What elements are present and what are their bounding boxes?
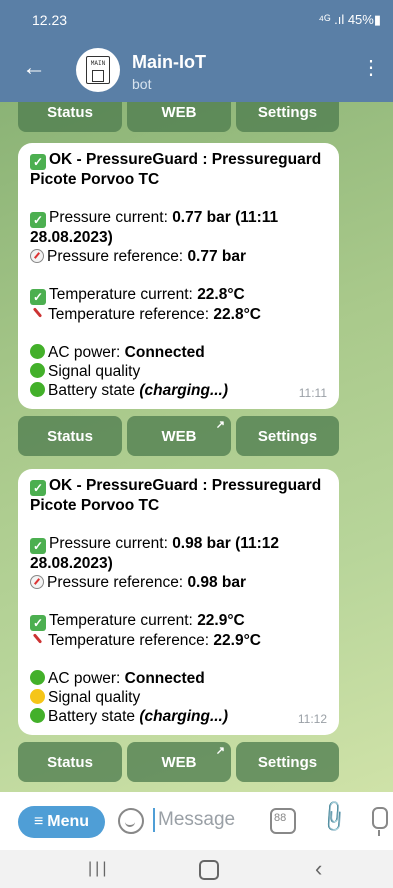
check-icon: ✓ (30, 538, 46, 554)
compass-icon (30, 249, 44, 263)
status-bar: 12.23 ⁴ᴳ .ıl 45%▮ (0, 0, 393, 40)
recent-apps-icon[interactable]: ||| (88, 860, 109, 878)
thermometer-icon (30, 307, 44, 321)
temperature-reference: Temperature reference: 22.9°C (30, 631, 327, 650)
message-time: 11:12 (297, 712, 327, 726)
more-menu-icon[interactable]: ⋮ (361, 58, 381, 78)
inline-keyboard: Status WEB ↗ Settings (18, 416, 339, 456)
check-icon: ✓ (30, 154, 46, 170)
check-icon: ✓ (30, 480, 46, 496)
status-button[interactable]: Status (18, 102, 122, 132)
check-icon: ✓ (30, 615, 46, 631)
emoji-icon[interactable] (118, 808, 144, 834)
message-header: ✓ OK - PressureGuard : Pressureguard Pico… (30, 151, 322, 188)
text-cursor (153, 808, 155, 832)
pressure-reference: Pressure reference: 0.77 bar (30, 247, 327, 266)
bot-menu-button[interactable]: ≡ Menu (18, 806, 105, 838)
message-header: ✓ OK - PressureGuard : Pressureguard Pico… (30, 477, 322, 514)
battery-state: Battery state (charging...) (30, 381, 327, 400)
microphone-icon[interactable] (372, 807, 388, 836)
message-time: 11:11 (298, 386, 327, 400)
status-time: 12.23 (32, 12, 68, 28)
menu-icon: ≡ (33, 813, 44, 830)
inline-keyboard: Status WEB ↗ Settings (18, 742, 339, 782)
bot-logo-icon: MAIN (86, 56, 110, 84)
external-link-icon: ↗ (215, 745, 225, 757)
signal-quality: Signal quality (30, 688, 327, 707)
compass-icon (30, 575, 44, 589)
system-indicators: ⁴ᴳ .ıl 45%▮ (318, 12, 381, 27)
status-button[interactable]: Status (18, 742, 122, 782)
bot-commands-icon[interactable] (270, 808, 296, 834)
ac-power: AC power: Connected (30, 343, 327, 362)
ac-power: AC power: Connected (30, 669, 327, 688)
logo-text: MAIN (90, 60, 106, 67)
settings-button[interactable]: Settings (236, 102, 339, 132)
web-button[interactable]: WEB ↗ (127, 416, 231, 456)
yellow-circle-icon (30, 689, 45, 704)
attach-icon[interactable]: 📎 (315, 798, 353, 836)
pressure-current: ✓ Pressure current: 0.77 bar (11:11 28.08… (30, 209, 279, 246)
message-input[interactable] (158, 806, 258, 834)
temperature-current: ✓ Temperature current: 22.8°C (30, 285, 327, 305)
system-nav-bar: ||| ‹ (0, 850, 393, 888)
web-button[interactable]: WEB ↗ (127, 742, 231, 782)
pressure-current: ✓ Pressure current: 0.98 bar (11:12 28.08… (30, 535, 280, 572)
status-button[interactable]: Status (18, 416, 122, 456)
signal-quality: Signal quality (30, 362, 327, 381)
app-bar: ← MAIN Main-IoT bot ⋮ (0, 40, 393, 102)
pressure-reference: Pressure reference: 0.98 bar (30, 573, 327, 592)
web-button[interactable]: WEB (127, 102, 231, 132)
green-circle-icon (30, 344, 45, 359)
green-circle-icon (30, 708, 45, 723)
inline-keyboard: Status WEB Settings (18, 102, 339, 132)
external-link-icon: ↗ (215, 419, 225, 431)
check-icon: ✓ (30, 289, 46, 305)
temperature-current: ✓ Temperature current: 22.9°C (30, 611, 327, 631)
settings-button[interactable]: Settings (236, 416, 339, 456)
message-bubble[interactable]: ✓ OK - PressureGuard : Pressureguard Pico… (18, 143, 339, 409)
thermometer-icon (30, 633, 44, 647)
battery-state: Battery state (charging...) (30, 707, 327, 726)
settings-button[interactable]: Settings (236, 742, 339, 782)
message-bubble[interactable]: ✓ OK - PressureGuard : Pressureguard Pico… (18, 469, 339, 735)
green-circle-icon (30, 382, 45, 397)
temperature-reference: Temperature reference: 22.8°C (30, 305, 327, 324)
back-arrow-icon[interactable]: ← (22, 56, 46, 80)
chat-title[interactable]: Main-IoT (132, 52, 206, 73)
home-icon[interactable] (199, 860, 219, 880)
chat-subtitle: bot (132, 76, 152, 92)
avatar[interactable]: MAIN (76, 48, 120, 92)
menu-label: Menu (47, 813, 90, 830)
green-circle-icon (30, 363, 45, 378)
chat-area[interactable]: Status WEB Settings ✓ OK - PressureGuard … (0, 102, 393, 792)
message-composer: ≡ Menu 📎 (0, 792, 393, 850)
nav-back-icon[interactable]: ‹ (315, 856, 322, 882)
check-icon: ✓ (30, 212, 46, 228)
green-circle-icon (30, 670, 45, 685)
